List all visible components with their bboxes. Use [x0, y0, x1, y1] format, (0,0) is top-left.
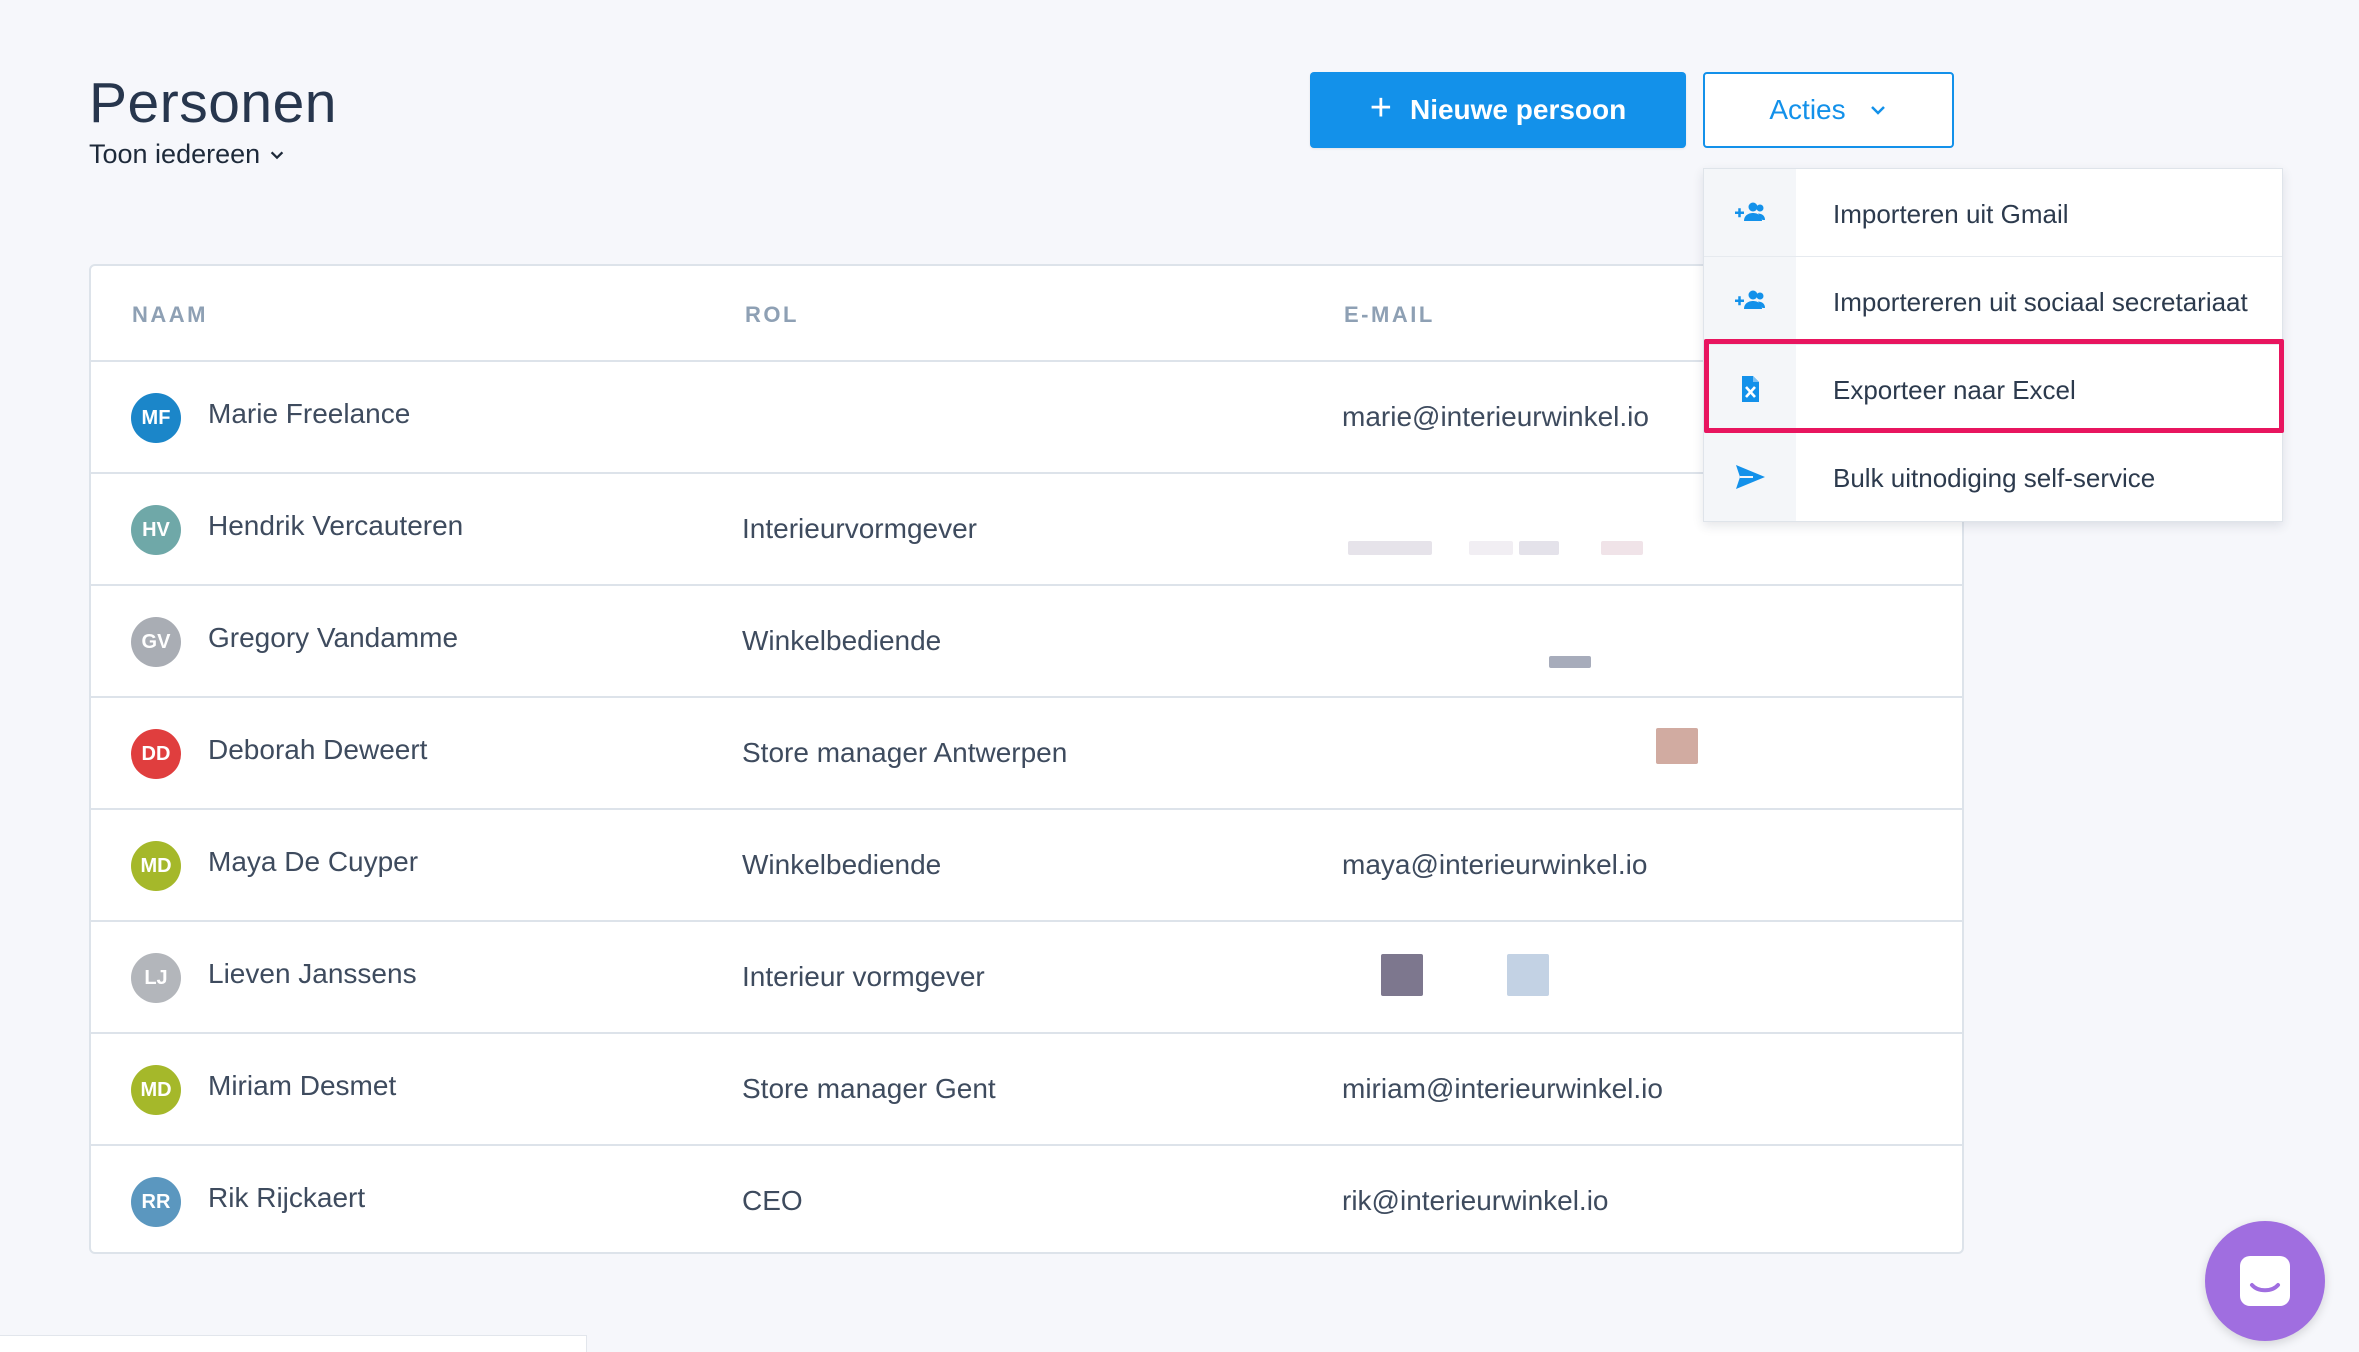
chat-launcher-button[interactable] — [2205, 1221, 2325, 1341]
table-row[interactable]: DD Deborah Deweert Store manager Antwerp… — [91, 698, 1962, 810]
person-email: maya@interieurwinkel.io — [1342, 849, 1648, 880]
person-role: Store manager Gent — [742, 1073, 996, 1104]
menu-item-label: Importereren uit sociaal secretariaat — [1833, 287, 2248, 317]
new-person-label: Nieuwe persoon — [1409, 94, 1627, 125]
table-row[interactable]: GV Gregory Vandamme Winkelbediende — [91, 586, 1962, 698]
avatar: MD — [131, 1065, 181, 1115]
menu-item-bulk-invite[interactable]: Bulk uitnodiging self-service — [1704, 433, 2282, 521]
actions-menu: Importeren uit Gmail Importereren uit so… — [1703, 168, 2283, 522]
redacted-email — [1549, 656, 1591, 668]
redacted-email — [1507, 954, 1549, 996]
person-name[interactable]: Deborah Deweert — [208, 734, 427, 766]
person-role: CEO — [742, 1185, 803, 1216]
menu-item-export-excel[interactable]: Exporteer naar Excel — [1704, 345, 2282, 433]
avatar: MD — [131, 841, 181, 891]
person-email: rik@interieurwinkel.io — [1342, 1185, 1609, 1216]
menu-item-import-gmail[interactable]: Importeren uit Gmail — [1704, 169, 2282, 257]
redacted-email — [1601, 541, 1643, 555]
person-name[interactable]: Marie Freelance — [208, 398, 410, 430]
redacted-email — [1519, 541, 1559, 555]
column-header-email[interactable]: E-MAIL — [1344, 302, 1435, 328]
menu-item-label: Importeren uit Gmail — [1833, 199, 2069, 229]
menu-item-label: Bulk uitnodiging self-service — [1833, 463, 2156, 493]
redacted-email — [1348, 541, 1432, 555]
table-row[interactable]: RR Rik Rijckaert CEO rik@interieurwinkel… — [91, 1146, 1962, 1252]
actions-button[interactable]: Acties — [1703, 72, 1954, 148]
avatar: RR — [131, 1177, 181, 1227]
table-row[interactable]: LJ Lieven Janssens Interieur vormgever — [91, 922, 1962, 1034]
new-person-button[interactable]: + Nieuwe persoon — [1310, 72, 1686, 148]
person-name[interactable]: Miriam Desmet — [208, 1070, 396, 1102]
column-header-name[interactable]: NAAM — [132, 302, 208, 328]
person-email: marie@interieurwinkel.io — [1342, 401, 1649, 432]
bottom-panel-edge — [0, 1335, 587, 1352]
add-people-icon — [1735, 290, 1765, 309]
redacted-email — [1469, 541, 1513, 555]
chevron-down-icon — [270, 151, 284, 159]
plus-icon: + — [1369, 87, 1392, 129]
table-row[interactable]: HV Hendrik Vercauteren Interieurvormgeve… — [91, 474, 1962, 586]
person-role: Winkelbediende — [742, 849, 942, 880]
filter-label: Toon iedereen — [89, 139, 261, 169]
avatar: GV — [131, 617, 181, 667]
table-row[interactable]: MD Miriam Desmet Store manager Gent miri… — [91, 1034, 1962, 1146]
column-header-role[interactable]: ROL — [745, 302, 799, 328]
menu-item-import-social-secretariat[interactable]: Importereren uit sociaal secretariaat — [1704, 257, 2282, 345]
send-icon — [1736, 465, 1765, 489]
avatar: MF — [131, 393, 181, 443]
add-people-icon — [1735, 202, 1765, 221]
person-name[interactable]: Rik Rijckaert — [208, 1182, 365, 1214]
person-email: miriam@interieurwinkel.io — [1342, 1073, 1663, 1104]
avatar: LJ — [131, 953, 181, 1003]
person-role: Store manager Antwerpen — [742, 737, 1068, 768]
avatar: DD — [131, 729, 181, 779]
excel-file-icon — [1742, 375, 1759, 402]
page-title: Personen — [89, 71, 338, 135]
redacted-email — [1381, 954, 1423, 996]
actions-label: Acties — [1769, 94, 1846, 125]
table-row[interactable]: MD Maya De Cuyper Winkelbediende maya@in… — [91, 810, 1962, 922]
chevron-down-icon — [1870, 106, 1885, 115]
people-table: NAAM ROL E-MAIL MF Marie Freelance marie… — [89, 264, 1964, 1254]
redacted-email — [1656, 728, 1698, 764]
table-row[interactable]: MF Marie Freelance marie@interieurwinkel… — [91, 362, 1962, 474]
table-header: NAAM ROL E-MAIL — [91, 266, 1962, 362]
avatar: HV — [131, 505, 181, 555]
filter-dropdown[interactable]: Toon iedereen — [89, 139, 286, 170]
person-role: Interieur vormgever — [742, 961, 985, 992]
person-role: Interieurvormgever — [742, 513, 977, 544]
person-name[interactable]: Maya De Cuyper — [208, 846, 418, 878]
chat-icon — [2240, 1256, 2290, 1306]
person-name[interactable]: Hendrik Vercauteren — [208, 510, 463, 542]
person-name[interactable]: Lieven Janssens — [208, 958, 417, 990]
person-role: Winkelbediende — [742, 625, 942, 656]
person-name[interactable]: Gregory Vandamme — [208, 622, 458, 654]
menu-item-label: Exporteer naar Excel — [1833, 375, 2076, 405]
